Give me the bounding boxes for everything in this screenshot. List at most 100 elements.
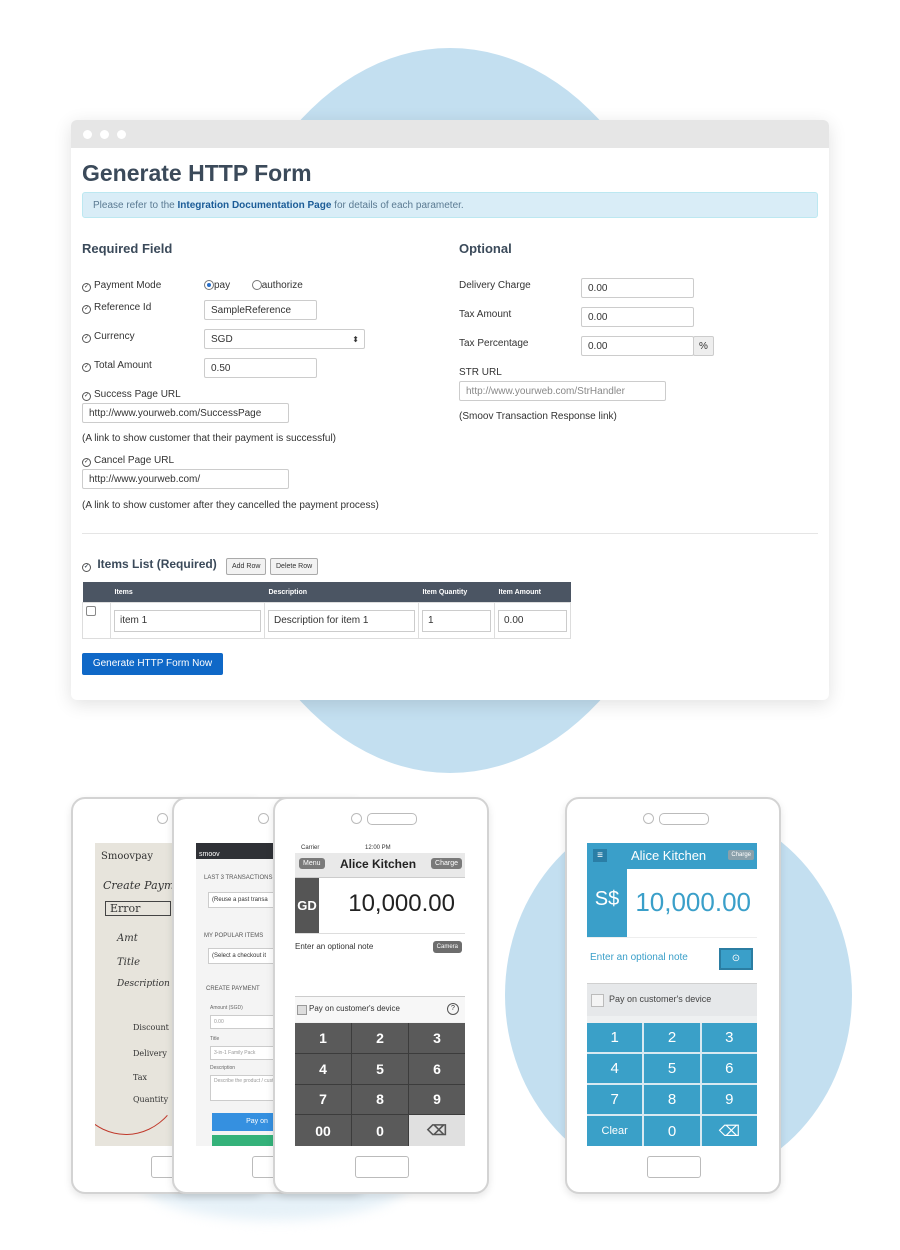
android-pay-device-row: Pay on customer's device [587,983,757,1016]
str-url-input[interactable]: http://www.yourweb.com/StrHandler [459,381,666,401]
item-name-input[interactable]: item 1 [114,609,261,632]
section-divider [82,533,818,534]
android-keypad-key[interactable]: 1 [587,1023,643,1052]
app-title: Alice Kitchen [340,857,417,871]
ios-keypad-key[interactable]: 7 [295,1084,351,1115]
required-field-heading: Required Field [82,241,173,256]
ios-keypad-key[interactable]: 4 [295,1053,351,1084]
ios-keypad-key[interactable]: 1 [295,1023,351,1053]
authorize-radio[interactable] [251,280,262,291]
phone-android: ≡ Alice Kitchen Charge S$ 10,000.00 Ente… [565,797,781,1194]
add-row-button[interactable]: Add Row [226,558,267,575]
window-dot-icon [83,130,92,139]
ios-screen: Carrier 12:00 PM Menu Alice Kitchen Char… [295,843,465,1146]
table-header [82,582,111,603]
payment-mode-label: ✓ Payment Mode [82,280,162,292]
pay-device-checkbox[interactable] [297,1005,307,1015]
check-icon: ✓ [82,458,91,467]
charge-button[interactable]: Charge [431,858,462,869]
browser-window: Generate HTTP Form Please refer to the I… [71,120,829,700]
ios-note-area: Enter an optional note Camera [295,933,465,996]
item-amount-input[interactable]: 0.00 [498,609,567,632]
pay-device-checkbox[interactable] [591,994,604,1007]
sketch-line: Title [117,957,141,968]
android-amount-row: S$ 10,000.00 [587,869,757,937]
ios-pay-device-row: Pay on customer's device ? [295,996,465,1022]
delivery-charge-label: Delivery Charge [459,280,531,291]
camera-icon[interactable]: ⊙ [719,948,753,970]
ios-keypad-key[interactable]: 2 [352,1023,408,1053]
charge-button[interactable]: Charge [728,850,754,860]
delivery-charge-input[interactable]: 0.00 [581,278,694,298]
ios-keypad-key[interactable]: ⌫ [409,1115,465,1146]
android-keypad-key[interactable]: 3 [701,1023,757,1052]
note-input[interactable]: Enter an optional note [590,952,688,963]
ios-keypad-key[interactable]: 00 [295,1115,351,1146]
wireframe-popular: MY POPULAR ITEMS [204,933,264,939]
wireframe-last3: LAST 3 TRANSACTIONS [204,875,273,881]
android-keypad-key[interactable]: 8 [644,1085,700,1114]
success-url-input[interactable]: http://www.yourweb.com/SuccessPage [82,403,289,423]
android-keypad-key[interactable]: 2 [644,1023,700,1052]
pay-radio[interactable] [204,280,214,291]
android-keypad-key[interactable]: 5 [644,1054,700,1083]
success-url-label: ✓ Success Page URL [82,389,181,401]
str-url-label: STR URL [459,367,502,378]
note-input[interactable]: Enter an optional note [295,942,373,951]
menu-button[interactable]: Menu [299,858,325,869]
android-keypad-key[interactable]: 0 [644,1116,700,1146]
ios-keypad: 1 2 3 4 5 6 7 8 9 00 0 ⌫ [295,1023,465,1146]
ios-keypad-key[interactable]: 5 [352,1053,408,1084]
delete-row-button[interactable]: Delete Row [270,558,319,575]
reference-id-input[interactable]: SampleReference [204,300,317,320]
hamburger-icon[interactable]: ≡ [593,849,607,862]
android-keypad-key[interactable]: Clear [587,1116,643,1146]
android-keypad-key[interactable]: 7 [587,1085,643,1114]
ios-keypad-key[interactable]: 0 [352,1115,408,1146]
row-checkbox[interactable] [86,606,96,616]
amount-display: 10,000.00 [348,890,455,917]
android-keypad-key[interactable]: 9 [701,1085,757,1114]
cancel-url-input[interactable]: http://www.yourweb.com/ [82,469,289,489]
android-keypad: 1 2 3 4 5 6 7 8 9 Clear 0 ⌫ [587,1023,757,1146]
item-description-input[interactable]: Description for item 1 [268,609,415,632]
currency-select[interactable]: SGD ⬍ [204,329,365,349]
app-title: Alice Kitchen [631,848,707,863]
cancel-url-note: (A link to show customer after they canc… [82,500,379,511]
window-dot-icon [100,130,109,139]
integration-doc-link[interactable]: Integration Documentation Page [178,200,332,211]
sketch-line: Error [105,901,172,916]
ios-keypad-key[interactable]: 3 [409,1023,465,1053]
info-banner: Please refer to the Integration Document… [82,192,818,218]
currency-badge[interactable]: GD [295,878,319,933]
table-header-row: Items Description Item Quantity Item Amo… [82,582,571,603]
wireframe-desc-label: Description [210,1065,236,1071]
generate-form-button[interactable]: Generate HTTP Form Now [82,653,223,675]
check-icon: ✓ [82,283,91,292]
total-amount-input[interactable]: 0.50 [204,358,317,378]
item-quantity-input[interactable]: 1 [422,609,491,632]
reference-id-label: ✓ Reference Id [82,302,152,314]
optional-heading: Optional [459,241,512,256]
wireframe-amount-label: Amount (SGD) [210,1005,243,1011]
ios-keypad-key[interactable]: 6 [409,1053,465,1084]
android-keypad-key[interactable]: ⌫ [701,1116,757,1146]
carrier-text: Carrier [301,845,320,851]
items-table: Items Description Item Quantity Item Amo… [82,582,571,639]
ios-keypad-key[interactable]: 9 [409,1084,465,1115]
camera-dot-icon [351,813,362,824]
ios-amount-row: GD 10,000.00 [295,878,465,933]
check-icon: ✓ [82,563,91,572]
check-icon: ✓ [82,334,91,343]
ios-keypad-key[interactable]: 8 [352,1084,408,1115]
android-keypad-key[interactable]: 6 [701,1054,757,1083]
tax-percentage-input[interactable]: 0.00 [581,336,694,356]
tax-amount-input[interactable]: 0.00 [581,307,694,327]
success-url-note: (A link to show customer that their paym… [82,433,336,444]
table-header: Item Quantity [418,582,495,603]
android-keypad-key[interactable]: 4 [587,1054,643,1083]
currency-badge[interactable]: S$ [587,869,627,937]
camera-button[interactable]: Camera [432,941,462,953]
pay-device-label: Pay on customer's device [609,994,712,1004]
help-icon[interactable]: ? [447,1003,459,1015]
